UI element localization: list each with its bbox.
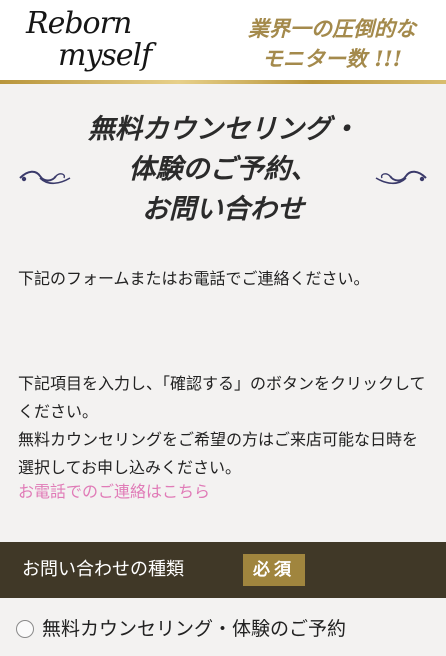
- phone-contact-link[interactable]: お電話でのご連絡はこちら: [18, 480, 210, 504]
- page-title-block: 無料カウンセリング・ 体験のご予約、 お問い合わせ: [0, 110, 446, 240]
- tagline-line-2: モニター数 !!!: [262, 46, 402, 71]
- header-gold-divider: [0, 80, 446, 84]
- intro-paragraph-1: 下記のフォームまたはお電話でご連絡ください。: [18, 269, 370, 288]
- intro-paragraph-3: 無料カウンセリングをご希望の方はご来店可能な日時を選択してお申し込みください。: [18, 430, 419, 477]
- logo-line-2: myself: [58, 38, 152, 73]
- header-tagline: 業界一の圧倒的な モニター数 !!!: [232, 14, 432, 74]
- inquiry-option-counseling[interactable]: 無料カウンセリング・体験のご予約: [16, 614, 436, 644]
- inquiry-type-header: お問い合わせの種類 必須: [0, 542, 446, 598]
- intro-paragraph-2: 下記項目を入力し、「確認する」のボタンをクリックしてください。: [18, 374, 426, 421]
- page-title-line-3: お問い合わせ: [142, 194, 304, 225]
- inquiry-type-label: お問い合わせの種類: [22, 559, 184, 580]
- inquiry-option-label: 無料カウンセリング・体験のご予約: [42, 618, 347, 640]
- site-header: Reborn myself 業界一の圧倒的な モニター数 !!!: [0, 0, 446, 82]
- required-badge: 必須: [243, 554, 305, 586]
- site-logo[interactable]: Reborn myself: [26, 6, 176, 76]
- right-ornament-icon: [375, 170, 427, 185]
- radio-button[interactable]: [16, 620, 34, 638]
- page-title: 無料カウンセリング・ 体験のご予約、 お問い合わせ: [60, 110, 386, 230]
- logo-line-1: Reborn: [26, 6, 132, 41]
- page-title-line-2: 体験のご予約、: [128, 154, 318, 185]
- page-title-line-1: 無料カウンセリング・: [88, 114, 358, 145]
- tagline-line-1: 業界一の圧倒的な: [248, 16, 416, 41]
